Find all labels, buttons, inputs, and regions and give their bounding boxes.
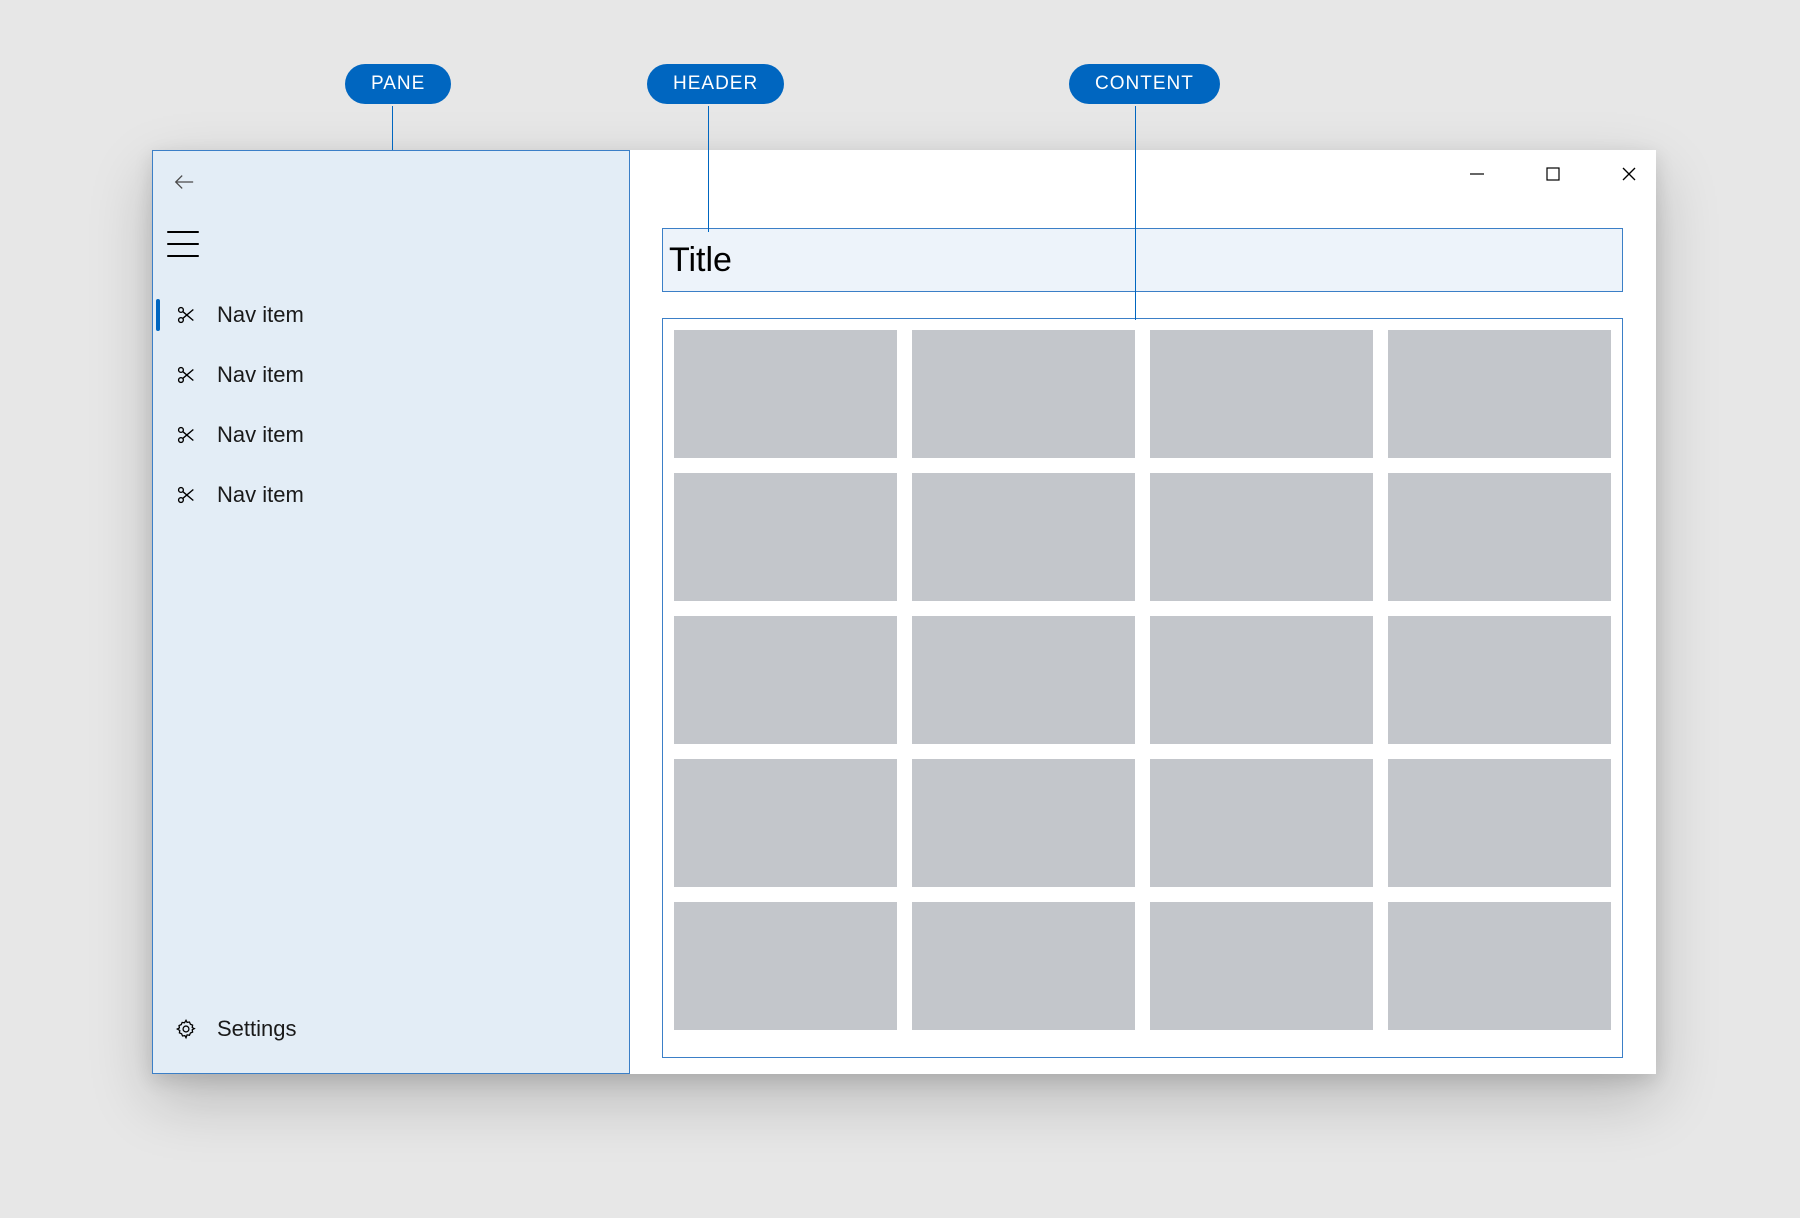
content-tile[interactable]: [1150, 616, 1373, 744]
content-tile[interactable]: [912, 330, 1135, 458]
content-tile[interactable]: [1388, 616, 1611, 744]
scissors-icon: [175, 364, 197, 386]
leader-header: [708, 106, 709, 232]
settings-item[interactable]: Settings: [153, 999, 629, 1059]
content-tile[interactable]: [912, 902, 1135, 1030]
nav-item-label: Nav item: [217, 362, 304, 388]
content-tile[interactable]: [912, 759, 1135, 887]
settings-label: Settings: [217, 1016, 297, 1042]
content-tile[interactable]: [1388, 473, 1611, 601]
callout-pane: PANE: [345, 64, 451, 104]
diagram-stage: PANE HEADER CONTENT Nav itemNav itemNa: [0, 0, 1800, 1218]
nav-item-label: Nav item: [217, 302, 304, 328]
content-tile[interactable]: [1150, 473, 1373, 601]
app-window: Nav item Nav item Nav item Nav item Setting…: [152, 150, 1656, 1074]
gear-icon: [175, 1018, 197, 1040]
content-tile[interactable]: [674, 473, 897, 601]
back-button[interactable]: [169, 169, 199, 199]
maximize-icon: [1546, 167, 1560, 186]
content-tile[interactable]: [912, 616, 1135, 744]
minimize-button[interactable]: [1462, 161, 1492, 191]
content-tile[interactable]: [1388, 330, 1611, 458]
content-grid: [674, 330, 1611, 1030]
nav-list: Nav item Nav item Nav item Nav item: [153, 285, 629, 525]
scissors-icon: [175, 424, 197, 446]
close-icon: [1621, 166, 1637, 187]
callout-header: HEADER: [647, 64, 784, 104]
content-tile[interactable]: [674, 902, 897, 1030]
content-tile[interactable]: [1150, 902, 1373, 1030]
content-tile[interactable]: [674, 330, 897, 458]
nav-item-0[interactable]: Nav item: [153, 285, 629, 345]
minimize-icon: [1469, 166, 1485, 187]
content-tile[interactable]: [674, 759, 897, 887]
content-tile[interactable]: [674, 616, 897, 744]
leader-content: [1135, 106, 1136, 320]
nav-item-label: Nav item: [217, 422, 304, 448]
hamburger-icon: [167, 231, 199, 233]
close-button[interactable]: [1614, 161, 1644, 191]
content-tile[interactable]: [1150, 759, 1373, 887]
leader-pane: [392, 106, 393, 150]
content-tile[interactable]: [1388, 902, 1611, 1030]
scissors-icon: [175, 304, 197, 326]
scissors-icon: [175, 484, 197, 506]
navigation-pane: Nav item Nav item Nav item Nav item Setting…: [152, 150, 630, 1074]
page-header: Title: [662, 228, 1623, 292]
nav-item-2[interactable]: Nav item: [153, 405, 629, 465]
nav-item-label: Nav item: [217, 482, 304, 508]
hamburger-button[interactable]: [167, 231, 199, 257]
maximize-button[interactable]: [1538, 161, 1568, 191]
window-controls: [1462, 156, 1644, 196]
content-tile[interactable]: [912, 473, 1135, 601]
nav-item-3[interactable]: Nav item: [153, 465, 629, 525]
content-area: [662, 318, 1623, 1058]
back-arrow-icon: [173, 171, 195, 198]
content-tile[interactable]: [1150, 330, 1373, 458]
content-tile[interactable]: [1388, 759, 1611, 887]
callout-content: CONTENT: [1069, 64, 1220, 104]
page-title: Title: [669, 241, 732, 280]
nav-item-1[interactable]: Nav item: [153, 345, 629, 405]
